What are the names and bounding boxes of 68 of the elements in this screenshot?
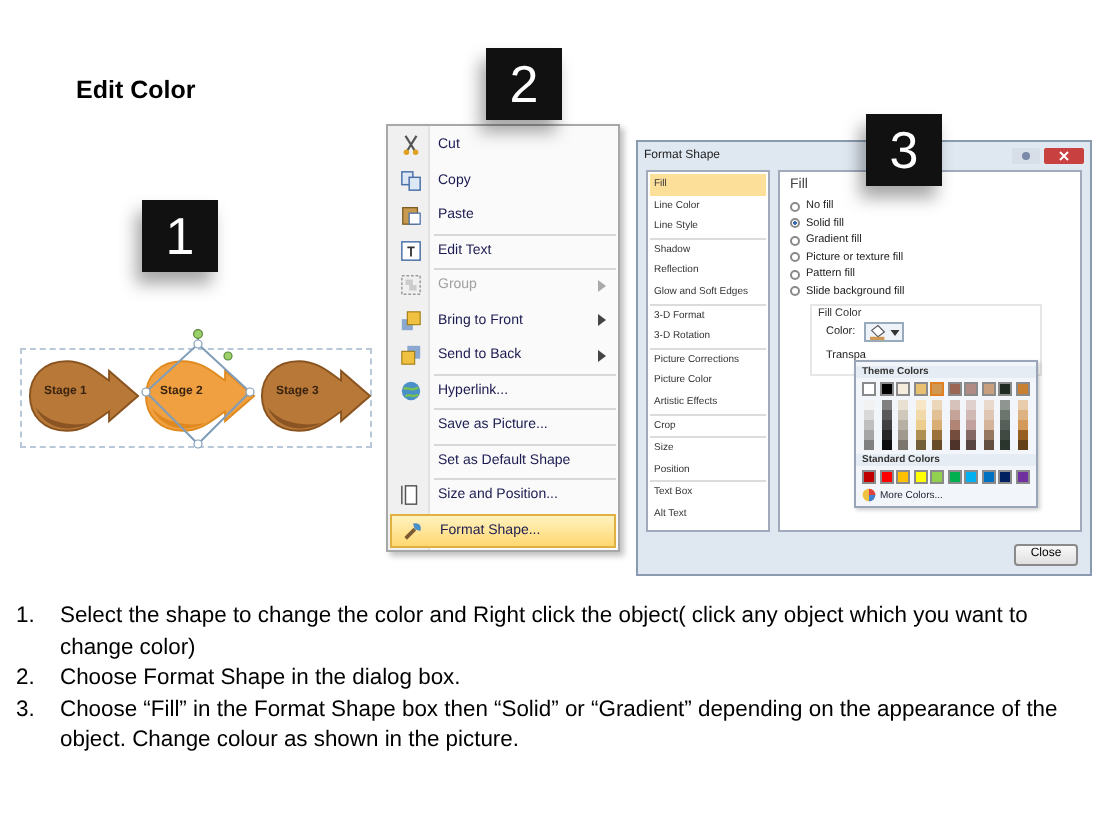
- help-icon[interactable]: [1012, 147, 1040, 163]
- submenu-arrow-icon: [598, 279, 606, 292]
- copy-icon: [399, 169, 421, 192]
- globe-icon: [399, 379, 421, 402]
- color-swatch[interactable]: [930, 382, 945, 396]
- stage-shape[interactable]: [28, 356, 140, 436]
- color-swatch[interactable]: [1015, 382, 1030, 396]
- color-swatch[interactable]: [862, 382, 876, 396]
- color-swatch[interactable]: [896, 470, 911, 484]
- radio-button[interactable]: [790, 269, 800, 280]
- caret-icon: [889, 329, 900, 335]
- color-swatch[interactable]: [930, 470, 945, 484]
- color-swatch[interactable]: [998, 470, 1013, 484]
- color-swatch[interactable]: [1015, 470, 1030, 484]
- color-swatch[interactable]: [981, 382, 996, 396]
- scissors-icon: [399, 134, 421, 157]
- send-back-icon: [399, 344, 421, 367]
- clipboard-icon: [399, 204, 421, 227]
- shade-swatches[interactable]: [966, 400, 977, 450]
- step-badge: 1: [142, 200, 218, 272]
- size-icon: [399, 484, 421, 507]
- step-badge: 2: [486, 48, 562, 120]
- color-swatch[interactable]: [879, 470, 894, 484]
- shade-swatches[interactable]: [983, 400, 994, 450]
- color-swatch[interactable]: [913, 382, 928, 396]
- shade-swatches[interactable]: [898, 400, 909, 450]
- shade-swatches[interactable]: [1017, 400, 1028, 450]
- radio-button[interactable]: [790, 201, 800, 212]
- step-number: 2.: [16, 664, 37, 694]
- step-number: 3.: [16, 695, 37, 725]
- paint-brush-icon: [401, 519, 423, 542]
- shade-swatches[interactable]: [881, 400, 892, 450]
- stage-shape[interactable]: [260, 356, 372, 436]
- color-swatch[interactable]: [964, 382, 979, 396]
- step-number: 1.: [16, 602, 37, 632]
- color-swatch[interactable]: [862, 470, 876, 484]
- radio-button[interactable]: [790, 235, 800, 246]
- shade-swatches[interactable]: [864, 400, 874, 450]
- submenu-arrow-icon: [598, 314, 606, 327]
- submenu-arrow-icon: [598, 349, 606, 362]
- paint-bucket-icon: [867, 324, 888, 340]
- step-badge: 3: [866, 114, 942, 186]
- group-icon: [399, 274, 421, 297]
- stage-shape[interactable]: [144, 356, 256, 436]
- instruction-text: Select the shape to change the color and Right click the object( click any object which you want to change color): [60, 602, 1030, 663]
- color-swatch[interactable]: [913, 470, 928, 484]
- radio-button[interactable]: [790, 286, 800, 297]
- instruction-text: Choose Format Shape in the dialog box.: [60, 664, 463, 694]
- text-box-icon: [399, 239, 421, 262]
- color-wheel-icon: [862, 488, 876, 502]
- color-swatch[interactable]: [964, 470, 979, 484]
- color-dropdown[interactable]: [863, 322, 904, 342]
- bring-front-icon: [399, 309, 421, 332]
- slide-title: Edit Color: [76, 76, 196, 104]
- color-swatch[interactable]: [947, 382, 962, 396]
- color-swatch[interactable]: [879, 382, 894, 396]
- shade-swatches[interactable]: [915, 400, 926, 450]
- radio-button[interactable]: [790, 218, 800, 229]
- close-icon[interactable]: [1044, 147, 1084, 163]
- shade-swatches[interactable]: [1000, 400, 1011, 450]
- color-swatch[interactable]: [947, 470, 962, 484]
- color-swatch[interactable]: [896, 382, 911, 396]
- radio-button[interactable]: [790, 252, 800, 263]
- shade-swatches[interactable]: [932, 400, 943, 450]
- instruction-text: Choose “Fill” in the Format Shape box then “Solid” or “Gradient” depending on the appearance of the object. Change colour as shown in the picture.: [60, 695, 1060, 756]
- color-swatch[interactable]: [998, 382, 1013, 396]
- shade-swatches[interactable]: [949, 400, 960, 450]
- color-swatch[interactable]: [981, 470, 996, 484]
